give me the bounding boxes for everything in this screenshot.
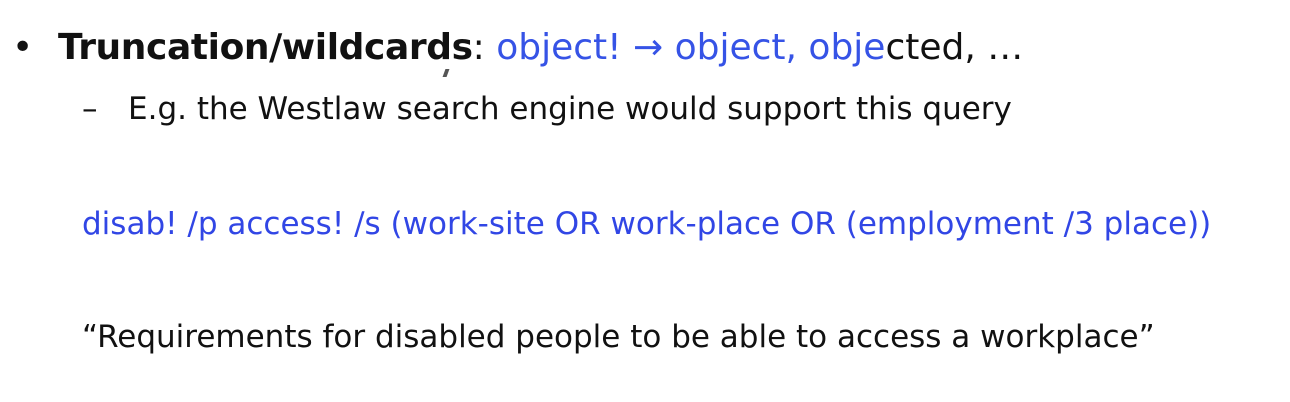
bullet-term: Truncation/wildcards (58, 27, 473, 68)
main-bullet: • Truncation/wildcards: object! → object,… (12, 24, 1023, 72)
sub-bullet-dash: – (82, 91, 98, 127)
westlaw-query: disab! /p access! /s (work-site OR work-… (82, 206, 1212, 242)
wildcard-example-suffix: cted, … (885, 27, 1024, 68)
sub-bullet-text: E.g. the Westlaw search engine would sup… (128, 91, 1012, 127)
bullet-marker: • (12, 27, 34, 68)
query-meaning-quote: “Requirements for disabled people to be … (82, 319, 1155, 355)
bullet-colon: : (472, 27, 497, 68)
wildcard-example-highlight: object! → object, obje (496, 27, 886, 68)
lecture-slide: • Truncation/wildcards: object! → object,… (0, 0, 1290, 402)
sub-bullet: – E.g. the Westlaw search engine would su… (82, 88, 1012, 130)
